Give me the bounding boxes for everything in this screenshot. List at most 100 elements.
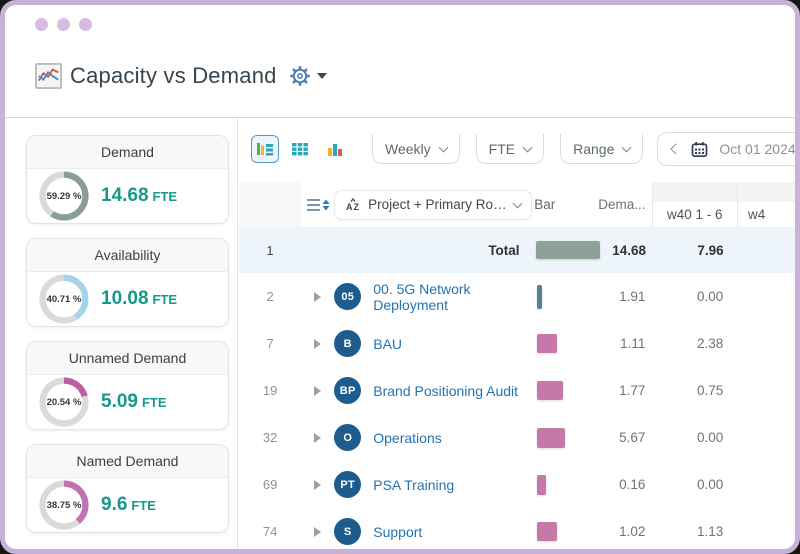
window-dot bbox=[79, 18, 92, 31]
svg-text:Z: Z bbox=[354, 202, 360, 212]
column-header-week2[interactable]: w4 bbox=[737, 182, 795, 227]
expand-caret-icon[interactable] bbox=[314, 527, 321, 537]
donut-chart: 59.29 % bbox=[39, 171, 89, 221]
calendar-icon[interactable] bbox=[691, 141, 708, 158]
prev-period-button[interactable] bbox=[671, 143, 682, 154]
expand-caret-icon[interactable] bbox=[314, 433, 321, 443]
demand-bar bbox=[537, 285, 542, 309]
project-name[interactable]: PSA Training bbox=[373, 477, 454, 493]
donut-percent-label: 38.75 % bbox=[39, 480, 89, 530]
window-frame: Capacity vs Demand Demand bbox=[0, 0, 800, 554]
expand-caret-icon[interactable] bbox=[314, 480, 321, 490]
expand-caret-icon[interactable] bbox=[314, 386, 321, 396]
week2-label: w4 bbox=[748, 207, 765, 222]
view-toggle-grid[interactable] bbox=[286, 135, 314, 163]
project-name[interactable]: Total bbox=[488, 243, 519, 258]
bar-cell bbox=[532, 241, 600, 259]
sort-field-dropdown[interactable]: A Z Project + Primary Role +... bbox=[334, 182, 532, 227]
demand-value: 1.11 bbox=[599, 336, 652, 351]
summary-card: Unnamed Demand 20.54 % 5.09FTE bbox=[26, 341, 229, 430]
card-unit: FTE bbox=[153, 189, 178, 204]
donut-chart: 38.75 % bbox=[39, 480, 89, 530]
donut-chart: 40.71 % bbox=[39, 274, 89, 324]
range-value: Range bbox=[573, 141, 614, 157]
title-caret-icon[interactable] bbox=[317, 73, 327, 79]
demand-value: 5.67 bbox=[599, 430, 652, 445]
column-header-bar[interactable]: Bar bbox=[532, 182, 598, 227]
donut-percent-label: 59.29 % bbox=[39, 171, 89, 221]
main-panel: Weekly FTE Range Oct 01 2 bbox=[239, 118, 795, 549]
card-value: 10.08 bbox=[101, 288, 149, 309]
window-dot bbox=[57, 18, 70, 31]
range-dropdown[interactable]: Range bbox=[560, 134, 643, 164]
interval-value: Weekly bbox=[385, 141, 431, 157]
column-header-demand[interactable]: Dema... bbox=[598, 182, 651, 227]
az-sort-icon: A Z bbox=[345, 197, 361, 213]
card-unit: FTE bbox=[142, 395, 167, 410]
donut-percent-label: 20.54 % bbox=[39, 377, 89, 427]
demand-value: 1.77 bbox=[599, 383, 652, 398]
row-number: 7 bbox=[239, 336, 301, 351]
table-row[interactable]: 74 S Support 1.02 1.13 bbox=[239, 508, 795, 549]
summary-sidebar: Demand 59.29 % 14.68FTE Availability bbox=[5, 118, 238, 549]
project-badge: B bbox=[334, 330, 361, 357]
table-row[interactable]: 69 PT PSA Training 0.16 0.00 bbox=[239, 461, 795, 508]
card-value: 9.6 bbox=[101, 494, 127, 515]
sort-icon bbox=[306, 196, 330, 214]
sort-rows-control[interactable] bbox=[301, 182, 334, 227]
view-toggle-bar-chart[interactable] bbox=[321, 135, 349, 163]
week1-value: 0.00 bbox=[651, 289, 737, 304]
table-row[interactable]: 19 BP Brand Positioning Audit 1.77 0.75 bbox=[239, 367, 795, 414]
demand-bar bbox=[537, 381, 563, 400]
row-number-column-header bbox=[239, 182, 301, 227]
card-unit: FTE bbox=[153, 292, 178, 307]
summary-card: Named Demand 38.75 % 9.6FTE bbox=[26, 444, 229, 533]
view-toggle-table-with-bars[interactable] bbox=[251, 135, 279, 163]
title-settings-control[interactable] bbox=[289, 65, 327, 87]
gear-icon[interactable] bbox=[289, 65, 311, 87]
table-row[interactable]: 2 05 00. 5G Network Deployment 1.91 0.00 bbox=[239, 273, 795, 320]
card-value: 14.68 bbox=[101, 185, 149, 206]
project-name[interactable]: 00. 5G Network Deployment bbox=[373, 281, 532, 313]
demand-bar bbox=[537, 475, 546, 495]
bar-cell bbox=[533, 428, 599, 448]
row-number: 74 bbox=[239, 524, 301, 539]
toolbar: Weekly FTE Range Oct 01 2 bbox=[251, 132, 795, 166]
svg-text:A: A bbox=[346, 202, 353, 212]
demand-bar bbox=[537, 522, 557, 541]
column-header-week1[interactable]: w40 1 - 6 bbox=[652, 182, 737, 227]
row-number: 1 bbox=[239, 243, 301, 258]
demand-bar bbox=[537, 428, 565, 448]
interval-dropdown[interactable]: Weekly bbox=[372, 134, 460, 164]
week1-value: 7.96 bbox=[652, 243, 738, 258]
chevron-down-icon bbox=[622, 142, 632, 152]
card-title: Named Demand bbox=[27, 445, 228, 478]
table-row[interactable]: 32 O Operations 5.67 0.00 bbox=[239, 414, 795, 461]
card-title: Demand bbox=[27, 136, 228, 169]
bar-cell bbox=[533, 475, 599, 495]
project-name[interactable]: Operations bbox=[373, 430, 441, 446]
app-header: Capacity vs Demand bbox=[35, 63, 327, 89]
project-badge: PT bbox=[334, 471, 361, 498]
table-row[interactable]: 7 B BAU 1.11 2.38 bbox=[239, 320, 795, 367]
line-chart-icon bbox=[35, 63, 62, 89]
demand-value: 1.91 bbox=[599, 289, 652, 304]
table-with-bars-icon bbox=[256, 140, 274, 158]
unit-dropdown[interactable]: FTE bbox=[476, 134, 544, 164]
table-row[interactable]: 1 Total 14.68 7.96 bbox=[239, 227, 795, 273]
project-name[interactable]: Support bbox=[373, 524, 422, 540]
grid-header: A Z Project + Primary Role +... Bar Dema… bbox=[239, 182, 795, 227]
week1-label: w40 1 - 6 bbox=[667, 207, 723, 222]
project-name[interactable]: BAU bbox=[373, 336, 402, 352]
bar-cell bbox=[533, 381, 599, 400]
date-from[interactable]: Oct 01 2024 bbox=[719, 141, 795, 157]
card-value: 5.09 bbox=[101, 391, 138, 412]
demand-value: 0.16 bbox=[599, 477, 652, 492]
project-badge: O bbox=[334, 424, 361, 451]
expand-caret-icon[interactable] bbox=[314, 339, 321, 349]
demand-bar bbox=[537, 334, 557, 353]
week1-value: 0.00 bbox=[651, 430, 737, 445]
expand-caret-icon[interactable] bbox=[314, 292, 321, 302]
project-name[interactable]: Brand Positioning Audit bbox=[373, 383, 518, 399]
bar-cell bbox=[533, 522, 599, 541]
